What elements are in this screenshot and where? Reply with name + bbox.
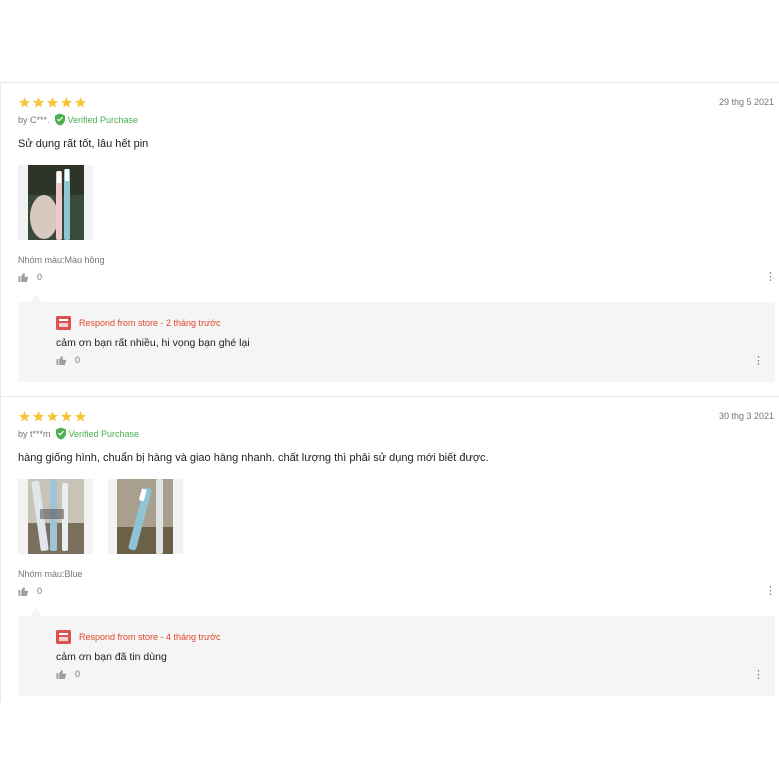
review-author: by C***.	[18, 114, 50, 125]
reply-caret	[30, 608, 42, 616]
thumbs-up-icon[interactable]	[18, 586, 29, 596]
sku-info: Nhóm màu:Blue	[18, 569, 83, 579]
shield-check-icon	[54, 113, 65, 126]
reply-header: Respond from store - 2 tháng trước	[56, 316, 221, 330]
more-options-icon[interactable]: ⋮	[753, 670, 764, 681]
like-row: 0	[18, 586, 42, 596]
reply-title: Respond from store - 2 tháng trước	[79, 318, 221, 328]
reply-like-count: 0	[75, 669, 81, 679]
reviews-panel	[0, 82, 779, 702]
like-row: 0	[18, 272, 42, 282]
star-icon	[75, 411, 86, 422]
star-icon	[75, 97, 86, 108]
reply-title: Respond from store - 4 tháng trước	[79, 632, 221, 642]
verified-label: Verified Purchase	[67, 114, 139, 125]
toothbrush-photo	[18, 479, 93, 554]
verified-label: Verified Purchase	[68, 428, 140, 439]
thumbs-up-icon[interactable]	[18, 272, 29, 282]
review-date: 30 thg 3 2021	[718, 411, 774, 421]
toothbrush-photo	[18, 165, 93, 240]
review-author-line: by C***. Verified Purchase	[18, 113, 138, 126]
star-icon	[33, 411, 44, 422]
thumbs-up-icon[interactable]	[56, 669, 67, 679]
store-reply: Respond from store - 4 tháng trước cảm ơ…	[18, 616, 775, 696]
review-content: Sử dụng rất tốt, lâu hết pin	[18, 138, 149, 150]
reply-caret	[30, 294, 42, 302]
review-author-line: by t***m Verified Purchase	[18, 427, 139, 440]
verified-badge: Verified Purchase	[54, 113, 139, 126]
store-icon	[56, 316, 71, 330]
star-icon	[47, 411, 58, 422]
review-date: 29 thg 5 2021	[718, 97, 774, 107]
like-count: 0	[37, 272, 43, 282]
reply-content: cảm ơn bạn rất nhiều, hi vọng bạn ghé lạ…	[56, 337, 250, 349]
review-divider	[0, 396, 779, 397]
toothbrush-photo	[108, 479, 183, 554]
star-icon	[19, 97, 30, 108]
store-icon	[56, 630, 71, 644]
more-options-icon[interactable]: ⋮	[753, 356, 764, 367]
thumbs-up-icon[interactable]	[56, 355, 67, 365]
review-image[interactable]	[18, 479, 93, 554]
reply-header: Respond from store - 4 tháng trước	[56, 630, 221, 644]
reply-like-row: 0	[56, 355, 80, 365]
review-content: hàng giống hình, chuẩn bị hàng và giao h…	[18, 452, 489, 464]
star-rating	[18, 96, 87, 109]
more-options-icon[interactable]: ⋮	[765, 272, 776, 283]
review-image[interactable]	[18, 165, 93, 240]
star-icon	[19, 411, 30, 422]
shield-check-icon	[55, 427, 66, 440]
sku-info: Nhóm màu:Màu hồng	[18, 255, 105, 265]
store-reply: Respond from store - 2 tháng trước cảm ơ…	[18, 302, 775, 382]
star-icon	[61, 411, 72, 422]
reply-like-row: 0	[56, 669, 80, 679]
reply-content: cảm ơn bạn đã tin dùng	[56, 651, 167, 663]
star-icon	[33, 97, 44, 108]
star-rating	[18, 410, 87, 423]
more-options-icon[interactable]: ⋮	[765, 586, 776, 597]
star-icon	[47, 97, 58, 108]
verified-badge: Verified Purchase	[55, 427, 140, 440]
review-author: by t***m	[18, 428, 51, 439]
like-count: 0	[37, 586, 43, 596]
star-icon	[61, 97, 72, 108]
reply-like-count: 0	[75, 355, 81, 365]
review-image[interactable]	[108, 479, 183, 554]
